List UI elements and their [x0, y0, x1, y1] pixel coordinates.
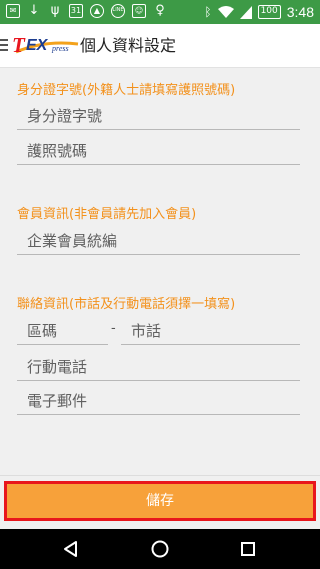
menu-icon[interactable]	[0, 39, 10, 53]
recents-icon[interactable]	[238, 539, 258, 559]
wifi-icon	[217, 5, 234, 18]
bluetooth-icon: ᛒ	[204, 5, 212, 19]
messenger-icon: ☺	[132, 4, 146, 18]
mobile-field[interactable]	[17, 355, 300, 381]
passport-number-input[interactable]	[17, 139, 300, 163]
status-bar: ✉ ↓ ψ 31 ▲ LINE ☺ ♀ ᛒ 100 3:48	[0, 0, 320, 24]
email-field[interactable]	[17, 389, 300, 415]
email-input[interactable]	[17, 389, 300, 413]
back-icon[interactable]	[61, 539, 81, 559]
line-icon: LINE	[111, 4, 125, 18]
calendar-icon: 31	[69, 4, 83, 18]
landline-input[interactable]	[121, 319, 300, 343]
clock: 3:48	[286, 4, 314, 20]
area-code-field[interactable]	[17, 319, 108, 345]
app-bar: T EX press 個人資料設定	[0, 24, 320, 68]
gmail-icon: ✉	[6, 4, 20, 18]
section-header-member: 會員資訊(非會員請先加入會員)	[17, 207, 197, 222]
phone-separator: -	[111, 321, 116, 336]
battery-icon: 100	[257, 5, 281, 19]
section-header-id: 身分證字號(外籍人士請填寫護照號碼)	[17, 83, 236, 98]
system-icons: ᛒ 100 3:48	[204, 3, 314, 21]
navigation-bar	[0, 529, 320, 569]
passport-number-field[interactable]	[17, 139, 300, 165]
area-code-input[interactable]	[17, 319, 108, 343]
page-title: 個人資料設定	[80, 36, 177, 55]
download-icon: ↓	[28, 3, 40, 18]
home-icon[interactable]	[150, 539, 170, 559]
photo-icon: ▲	[90, 4, 104, 18]
mobile-input[interactable]	[17, 355, 300, 379]
notification-icons: ✉ ↓ ψ 31 ▲ LINE ☺ ♀	[6, 4, 167, 18]
signal-icon	[239, 5, 252, 19]
footer-divider	[0, 475, 320, 476]
id-number-field[interactable]	[17, 104, 300, 130]
id-number-input[interactable]	[17, 104, 300, 128]
usb-icon: ψ	[50, 3, 60, 18]
section-header-contact: 聯絡資訊(市話及行動電話須擇一填寫)	[17, 297, 236, 312]
save-button[interactable]: 儲存	[4, 481, 316, 521]
company-tax-id-input[interactable]	[17, 229, 300, 253]
landline-field[interactable]	[121, 319, 300, 345]
light-bulb-icon: ♀	[155, 3, 165, 18]
company-tax-id-field[interactable]	[17, 229, 300, 255]
